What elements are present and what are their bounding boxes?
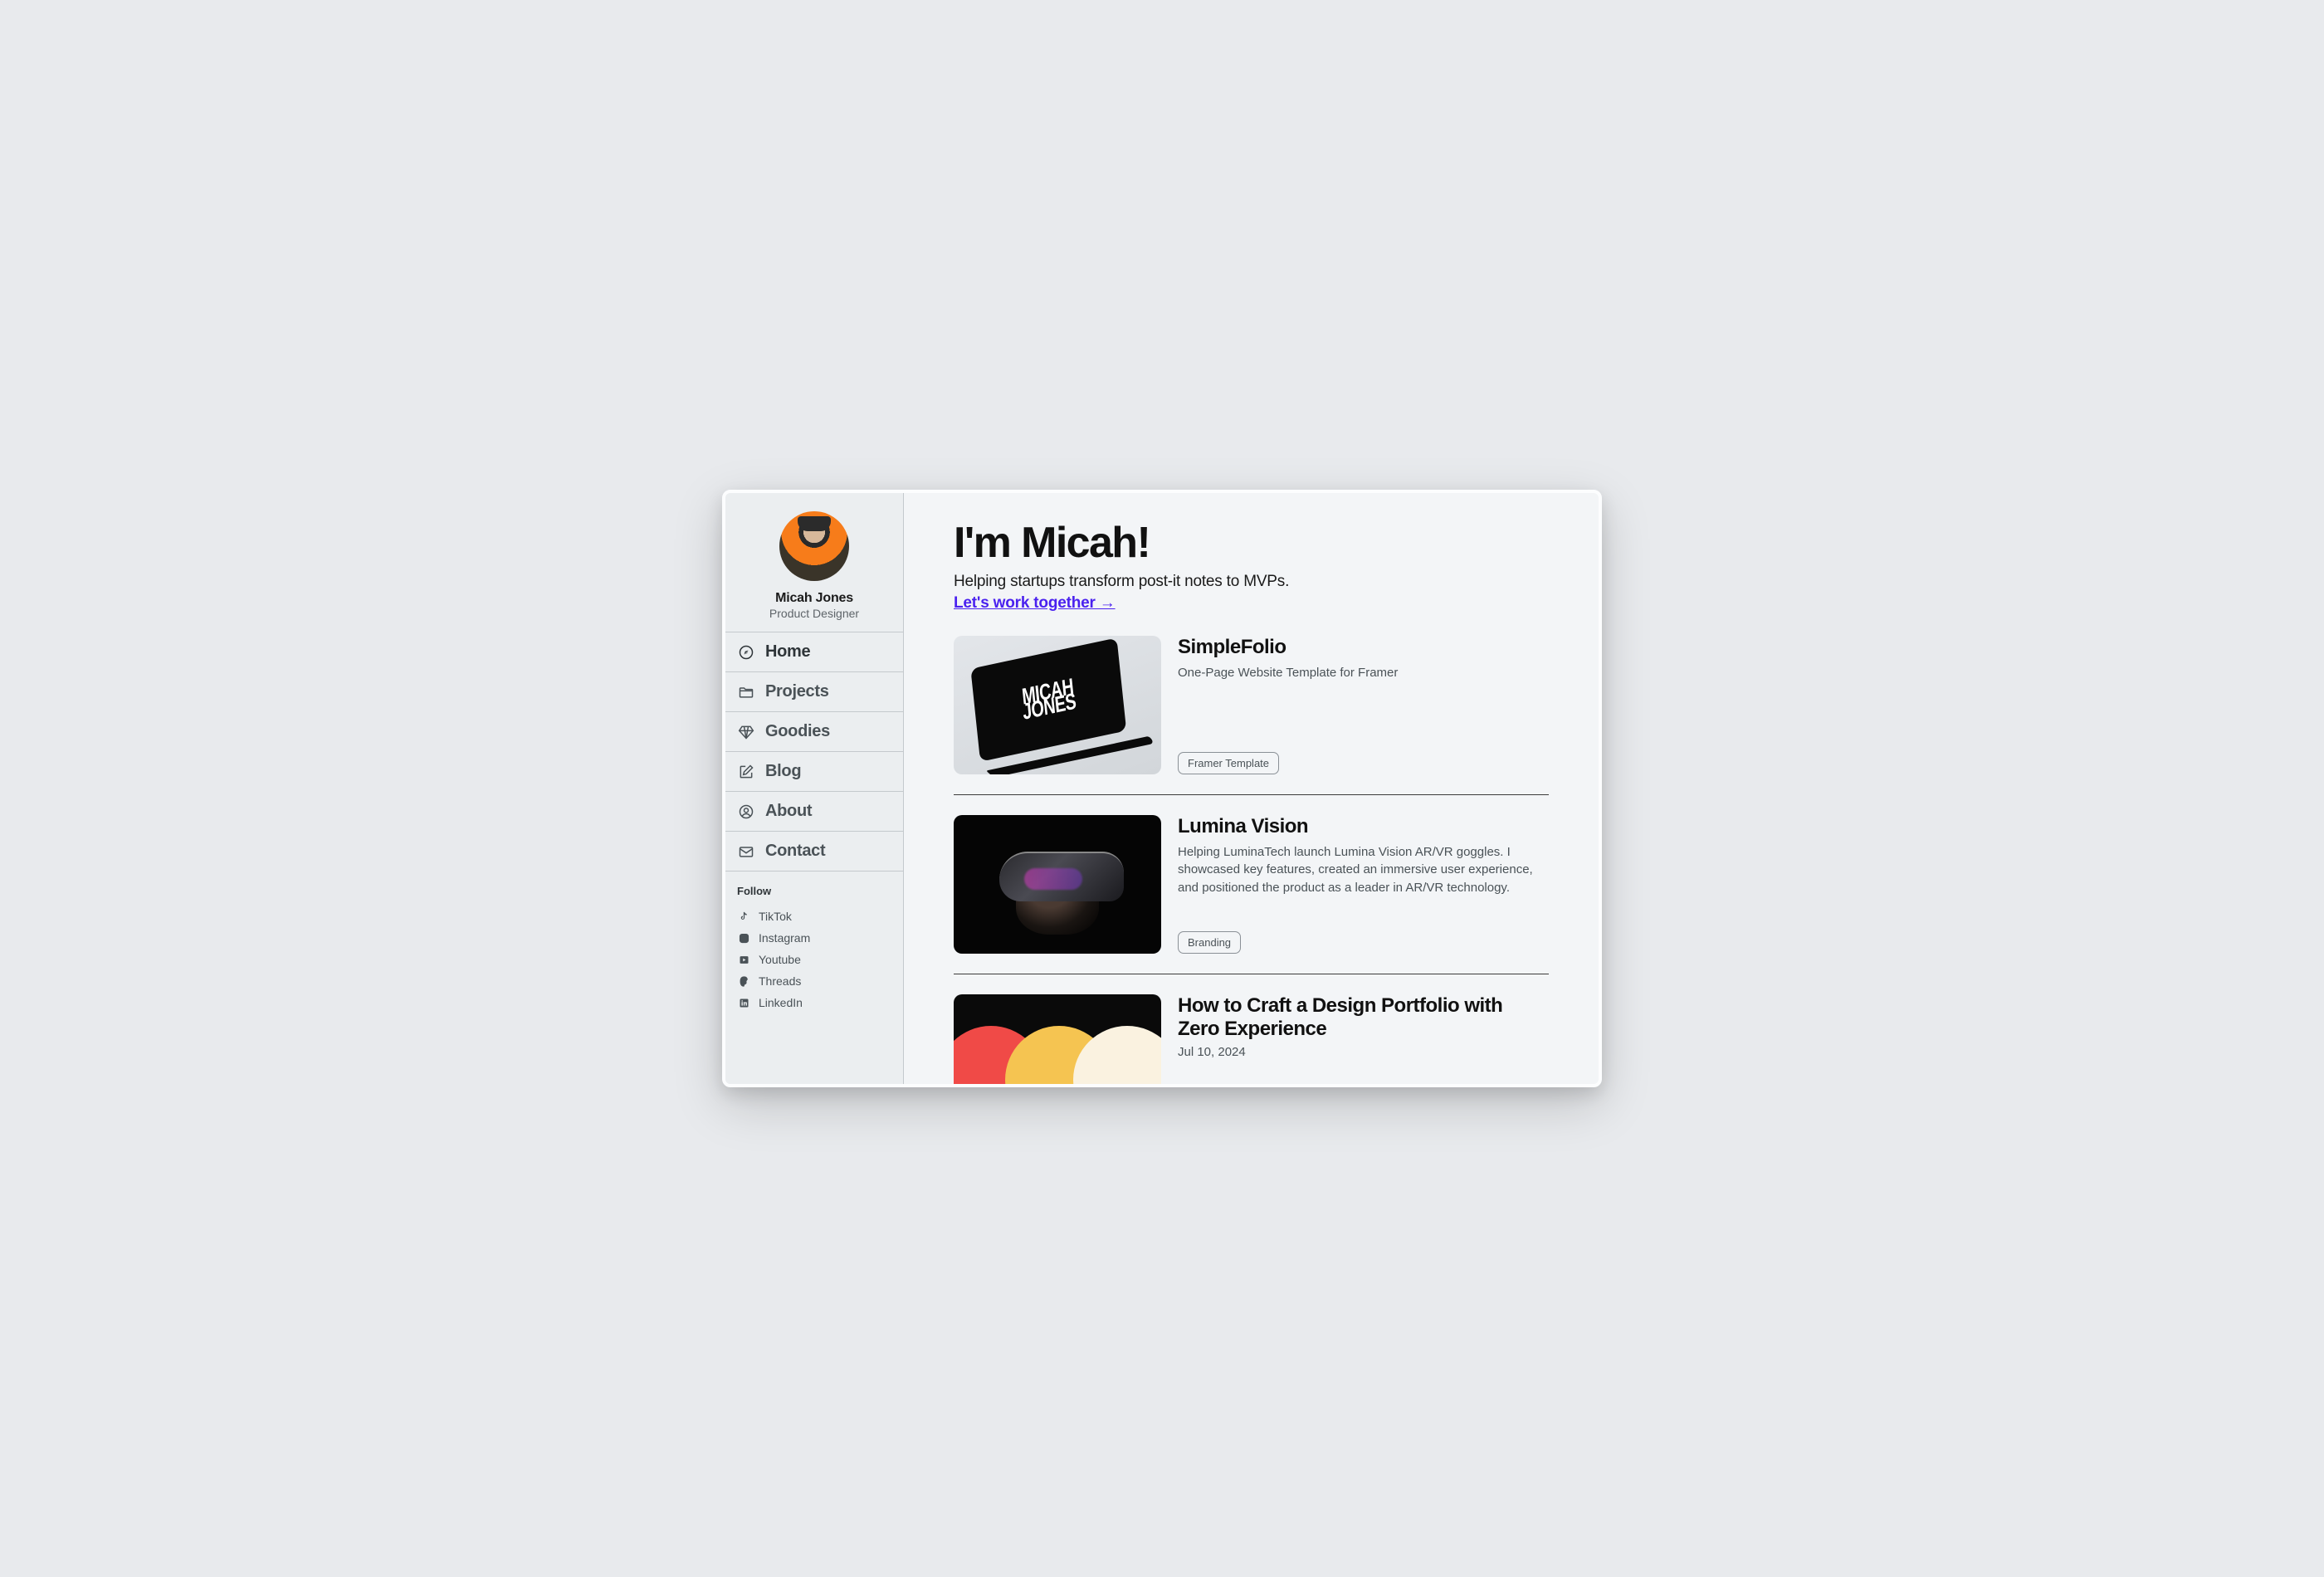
nav-item-blog[interactable]: Blog <box>725 752 903 792</box>
card-portfolio-article[interactable]: How to Craft a Design Portfolio with Zer… <box>954 994 1549 1084</box>
hero-subtitle: Helping startups transform post-it notes… <box>954 573 1549 591</box>
card-simplefolio[interactable]: MICAH JONES SimpleFolio One-Page Website… <box>954 636 1549 794</box>
compass-icon <box>737 643 755 662</box>
primary-nav: Home Projects Goodies Blog <box>725 632 903 872</box>
hero-title: I'm Micah! <box>954 521 1549 564</box>
nav-item-about[interactable]: About <box>725 792 903 832</box>
card-tag: Branding <box>1178 931 1241 954</box>
instagram-icon <box>737 931 750 945</box>
app-window: Micah Jones Product Designer Home Projec… <box>722 490 1602 1087</box>
nav-item-home[interactable]: Home <box>725 632 903 672</box>
card-title: Lumina Vision <box>1178 815 1549 838</box>
social-youtube[interactable]: Youtube <box>737 949 891 970</box>
user-icon <box>737 803 755 821</box>
card-tag: Framer Template <box>1178 752 1279 774</box>
edit-icon <box>737 763 755 781</box>
social-threads[interactable]: Threads <box>737 970 891 992</box>
social-label: Threads <box>759 974 801 988</box>
main-content: I'm Micah! Helping startups transform po… <box>904 493 1599 1084</box>
nav-item-contact[interactable]: Contact <box>725 832 903 872</box>
nav-item-goodies[interactable]: Goodies <box>725 712 903 752</box>
profile-section: Micah Jones Product Designer <box>725 493 903 632</box>
card-thumbnail <box>954 994 1161 1084</box>
profile-name: Micah Jones <box>735 591 893 606</box>
divider <box>954 794 1549 795</box>
feed: MICAH JONES SimpleFolio One-Page Website… <box>954 636 1549 1084</box>
follow-heading: Follow <box>737 885 891 897</box>
nav-label: Contact <box>765 842 825 861</box>
sidebar: Micah Jones Product Designer Home Projec… <box>725 493 904 1084</box>
card-title: SimpleFolio <box>1178 636 1549 659</box>
card-title: How to Craft a Design Portfolio with Zer… <box>1178 994 1549 1040</box>
card-body: Lumina Vision Helping LuminaTech launch … <box>1178 815 1549 954</box>
social-label: TikTok <box>759 910 792 923</box>
card-thumbnail <box>954 815 1161 954</box>
card-body: SimpleFolio One-Page Website Template fo… <box>1178 636 1549 774</box>
nav-label: Goodies <box>765 722 830 741</box>
hero-cta-link[interactable]: Let's work together → <box>954 594 1116 613</box>
social-label: Instagram <box>759 931 810 945</box>
nav-label: Projects <box>765 682 829 701</box>
youtube-icon <box>737 953 750 966</box>
tiktok-icon <box>737 910 750 923</box>
card-thumbnail: MICAH JONES <box>954 636 1161 774</box>
nav-item-projects[interactable]: Projects <box>725 672 903 712</box>
nav-label: Home <box>765 642 810 662</box>
social-list: TikTok Instagram Youtube <box>737 906 891 1013</box>
social-label: LinkedIn <box>759 996 803 1009</box>
social-linkedin[interactable]: LinkedIn <box>737 992 891 1013</box>
card-description: One-Page Website Template for Framer <box>1178 664 1549 682</box>
threads-icon <box>737 974 750 988</box>
card-date: Jul 10, 2024 <box>1178 1045 1549 1059</box>
card-description: Helping LuminaTech launch Lumina Vision … <box>1178 843 1549 897</box>
social-instagram[interactable]: Instagram <box>737 927 891 949</box>
social-label: Youtube <box>759 953 801 966</box>
avatar[interactable] <box>779 511 849 581</box>
nav-label: Blog <box>765 762 801 781</box>
nav-label: About <box>765 802 812 821</box>
profile-role: Product Designer <box>735 607 893 620</box>
card-lumina[interactable]: Lumina Vision Helping LuminaTech launch … <box>954 815 1549 974</box>
card-body: How to Craft a Design Portfolio with Zer… <box>1178 994 1549 1084</box>
mail-icon <box>737 842 755 861</box>
linkedin-icon <box>737 996 750 1009</box>
folder-icon <box>737 683 755 701</box>
diamond-icon <box>737 723 755 741</box>
follow-section: Follow TikTok Instagram <box>725 872 903 1030</box>
social-tiktok[interactable]: TikTok <box>737 906 891 927</box>
